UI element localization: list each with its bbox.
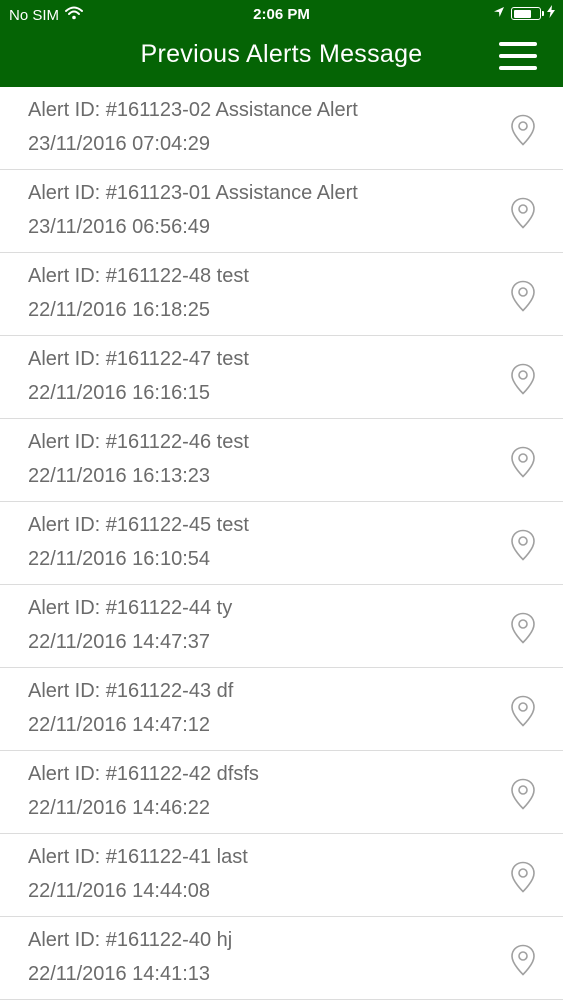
alert-row[interactable]: Alert ID: #161122-41 last 22/11/2016 14:…: [0, 834, 563, 917]
map-pin-icon[interactable]: [510, 114, 536, 146]
alert-timestamp: 22/11/2016 14:46:22: [28, 797, 211, 819]
location-arrow-icon: [493, 5, 505, 22]
map-pin-icon[interactable]: [510, 197, 536, 229]
alert-row[interactable]: Alert ID: #161123-02 Assistance Alert 23…: [0, 87, 563, 170]
alert-title: Alert ID: #161122-43 df: [28, 680, 234, 702]
battery-icon: [511, 7, 544, 20]
map-pin-icon[interactable]: [510, 529, 536, 561]
alert-row[interactable]: Alert ID: #161122-46 test 22/11/2016 16:…: [0, 419, 563, 502]
page-title: Previous Alerts Message: [140, 40, 423, 68]
map-pin-icon[interactable]: [510, 944, 536, 976]
hamburger-menu-icon: [499, 42, 537, 46]
charging-bolt-icon: [547, 5, 555, 22]
status-bar: No SIM 2:06 PM: [0, 0, 563, 30]
menu-button[interactable]: [499, 42, 537, 70]
alert-timestamp: 22/11/2016 16:16:15: [28, 382, 211, 404]
alert-title: Alert ID: #161123-02 Assistance Alert: [28, 99, 358, 121]
alert-row[interactable]: Alert ID: #161122-43 df 22/11/2016 14:47…: [0, 668, 563, 751]
alert-title: Alert ID: #161122-42 dfsfs: [28, 763, 259, 785]
alert-timestamp: 22/11/2016 14:47:12: [28, 714, 211, 736]
alert-title: Alert ID: #161122-41 last: [28, 846, 248, 868]
alert-title: Alert ID: #161122-46 test: [28, 431, 249, 453]
alert-title: Alert ID: #161122-48 test: [28, 265, 249, 287]
map-pin-icon[interactable]: [510, 446, 536, 478]
status-right: [493, 5, 555, 22]
alert-row[interactable]: Alert ID: #161122-44 ty 22/11/2016 14:47…: [0, 585, 563, 668]
alert-title: Alert ID: #161122-47 test: [28, 348, 249, 370]
alert-list: Alert ID: #161123-02 Assistance Alert 23…: [0, 87, 563, 1000]
map-pin-icon[interactable]: [510, 695, 536, 727]
alert-title: Alert ID: #161122-44 ty: [28, 597, 233, 619]
map-pin-icon[interactable]: [510, 280, 536, 312]
alert-title: Alert ID: #161122-40 hj: [28, 929, 233, 951]
alert-row[interactable]: Alert ID: #161123-01 Assistance Alert 23…: [0, 170, 563, 253]
alert-timestamp: 22/11/2016 14:47:37: [28, 631, 211, 653]
alert-timestamp: 22/11/2016 16:10:54: [28, 548, 211, 570]
alert-timestamp: 23/11/2016 06:56:49: [28, 216, 211, 238]
alert-timestamp: 22/11/2016 14:41:13: [28, 963, 211, 985]
alert-title: Alert ID: #161122-45 test: [28, 514, 249, 536]
alert-timestamp: 22/11/2016 16:13:23: [28, 465, 211, 487]
map-pin-icon[interactable]: [510, 612, 536, 644]
hamburger-menu-icon-line: [499, 54, 537, 58]
alert-row[interactable]: Alert ID: #161122-48 test 22/11/2016 16:…: [0, 253, 563, 336]
alert-row[interactable]: Alert ID: #161122-42 dfsfs 22/11/2016 14…: [0, 751, 563, 834]
hamburger-menu-icon-line: [499, 66, 537, 70]
alert-timestamp: 22/11/2016 16:18:25: [28, 299, 211, 321]
map-pin-icon[interactable]: [510, 363, 536, 395]
map-pin-icon[interactable]: [510, 861, 536, 893]
status-time: 2:06 PM: [253, 6, 310, 23]
alert-timestamp: 23/11/2016 07:04:29: [28, 133, 211, 155]
alert-timestamp: 22/11/2016 14:44:08: [28, 880, 211, 902]
alert-row[interactable]: Alert ID: #161122-40 hj 22/11/2016 14:41…: [0, 917, 563, 1000]
alert-row[interactable]: Alert ID: #161122-45 test 22/11/2016 16:…: [0, 502, 563, 585]
battery-level: [513, 9, 531, 18]
alert-row[interactable]: Alert ID: #161122-47 test 22/11/2016 16:…: [0, 336, 563, 419]
map-pin-icon[interactable]: [510, 778, 536, 810]
alert-title: Alert ID: #161123-01 Assistance Alert: [28, 182, 358, 204]
top-bar: No SIM 2:06 PM Previous Alerts Message: [0, 0, 563, 87]
